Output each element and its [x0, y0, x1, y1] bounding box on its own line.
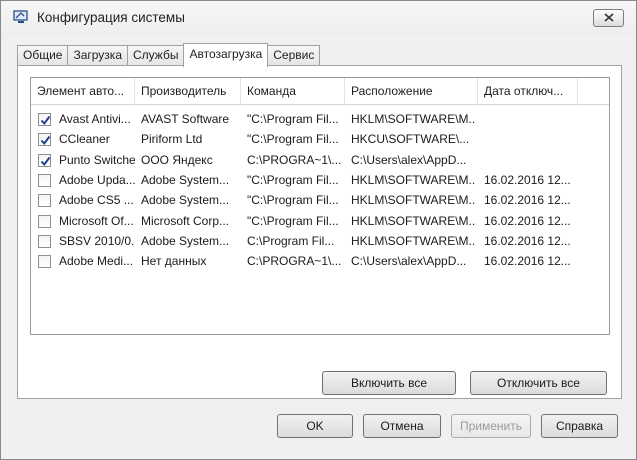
checkmark-icon [40, 115, 51, 126]
cell-location: HKLM\SOFTWARE\M... [351, 213, 476, 228]
table-row[interactable]: Adobe Upda... Adobe System... "C:\Program … [31, 170, 609, 190]
cell-command: "C:\Program Fil... [247, 132, 339, 147]
cell-location: HKLM\SOFTWARE\M... [351, 193, 476, 208]
cell-date: 16.02.2016 12... [484, 172, 571, 187]
table-row[interactable]: Adobe CS5 ... Adobe System... "C:\Program … [31, 190, 609, 210]
enable-checkbox[interactable] [38, 234, 51, 248]
close-button[interactable] [593, 9, 624, 27]
cell-date: 16.02.2016 12... [484, 233, 571, 248]
cell-command: "C:\Program Fil... [247, 112, 339, 126]
cell-item: Adobe Upda... [59, 172, 135, 187]
cell-manufacturer: Adobe System... [141, 193, 230, 208]
cell-command: "C:\Program Fil... [247, 213, 339, 228]
cell-manufacturer: Adobe System... [141, 172, 230, 187]
cell-date: 16.02.2016 12... [484, 254, 571, 269]
cell-item: Punto Switcher [59, 152, 135, 167]
cell-location: HKLM\SOFTWARE\M... [351, 172, 476, 187]
column-header-date[interactable]: Дата отключ... [478, 78, 578, 105]
startup-list[interactable]: Элемент авто... Производитель Команда Ра… [30, 77, 610, 335]
cell-command: "C:\Program Fil... [247, 193, 339, 208]
table-row[interactable]: CCleaner Piriform Ltd "C:\Program Fil... HK… [31, 129, 609, 149]
tab-general[interactable]: Общие [17, 45, 69, 66]
disable-all-button[interactable]: Отключить все [470, 371, 607, 395]
cell-item: Adobe CS5 ... [59, 193, 134, 208]
title-bar[interactable]: Конфигурация системы [1, 1, 636, 35]
enable-checkbox[interactable] [38, 214, 51, 228]
cancel-button[interactable]: Отмена [363, 414, 441, 438]
table-row[interactable]: Adobe Medi... Нет данных C:\PROGRA~1\... C:… [31, 251, 609, 271]
cell-location: C:\Users\alex\AppD... [351, 254, 467, 269]
enable-checkbox[interactable] [38, 113, 51, 126]
cell-date [484, 150, 584, 170]
enable-checkbox[interactable] [38, 133, 51, 147]
cell-command: "C:\Program Fil... [247, 172, 339, 187]
cell-item: SBSV 2010/0... [59, 233, 135, 248]
cell-item: CCleaner [59, 132, 110, 147]
tab-startup[interactable]: Автозагрузка [183, 43, 269, 67]
cell-manufacturer: ООО Яндекс [141, 152, 213, 167]
enable-checkbox[interactable] [38, 173, 51, 187]
cell-item: Microsoft Of... [59, 213, 134, 228]
enable-checkbox[interactable] [38, 153, 51, 167]
cell-item: Avast Antivi... [59, 112, 131, 126]
cell-location: C:\Users\alex\AppD... [351, 152, 467, 167]
cell-date: 16.02.2016 12... [484, 213, 571, 228]
apply-button[interactable]: Применить [451, 414, 531, 438]
cell-location: HKCU\SOFTWARE\... [351, 132, 470, 147]
enable-checkbox[interactable] [38, 255, 51, 269]
tab-strip: Общие Загрузка Службы Автозагрузка Серви… [17, 43, 321, 67]
cell-manufacturer: AVAST Software [141, 112, 230, 126]
startup-tab-panel: Элемент авто... Производитель Команда Ра… [17, 65, 622, 399]
checkmark-icon [40, 136, 51, 146]
cell-date [484, 109, 584, 129]
close-icon [603, 11, 614, 25]
table-row[interactable]: Avast Antivi... AVAST Software "C:\Program… [31, 109, 609, 129]
list-header: Элемент авто... Производитель Команда Ра… [31, 78, 609, 105]
cell-location: HKLM\SOFTWARE\M... [351, 112, 476, 126]
column-header-location[interactable]: Расположение [345, 78, 478, 105]
monitor-icon [13, 10, 29, 24]
cell-command: C:\PROGRA~1\... [247, 152, 342, 167]
cell-item: Adobe Medi... [59, 254, 134, 269]
enable-checkbox[interactable] [38, 194, 51, 208]
cell-manufacturer: Нет данных [141, 254, 207, 269]
cell-manufacturer: Adobe System... [141, 233, 230, 248]
tab-tools[interactable]: Сервис [267, 45, 321, 66]
cell-location: HKLM\SOFTWARE\M... [351, 233, 476, 248]
help-button[interactable]: Справка [541, 414, 618, 438]
cell-date [484, 129, 584, 149]
system-config-window: Конфигурация системы Общие Загрузка Служ… [0, 0, 637, 460]
cell-command: C:\PROGRA~1\... [247, 254, 342, 269]
column-header-manufacturer[interactable]: Производитель [135, 78, 241, 105]
column-header-item[interactable]: Элемент авто... [31, 78, 135, 105]
table-row[interactable]: Microsoft Of... Microsoft Corp... "C:\Prog… [31, 211, 609, 231]
enable-all-button[interactable]: Включить все [322, 371, 456, 395]
table-row[interactable]: SBSV 2010/0... Adobe System... C:\Program … [31, 231, 609, 251]
tab-services[interactable]: Службы [127, 45, 185, 66]
cell-command: C:\Program Fil... [247, 233, 335, 248]
tab-boot[interactable]: Загрузка [67, 45, 128, 66]
cell-manufacturer: Piriform Ltd [141, 132, 203, 147]
window-title: Конфигурация системы [37, 10, 185, 25]
table-row[interactable]: Punto Switcher ООО Яндекс C:\PROGRA~1\... C… [31, 150, 609, 170]
ok-button[interactable]: OK [277, 414, 353, 438]
checkmark-icon [40, 156, 51, 166]
cell-manufacturer: Microsoft Corp... [141, 213, 230, 228]
column-header-command[interactable]: Команда [241, 78, 345, 105]
cell-date: 16.02.2016 12... [484, 193, 571, 208]
